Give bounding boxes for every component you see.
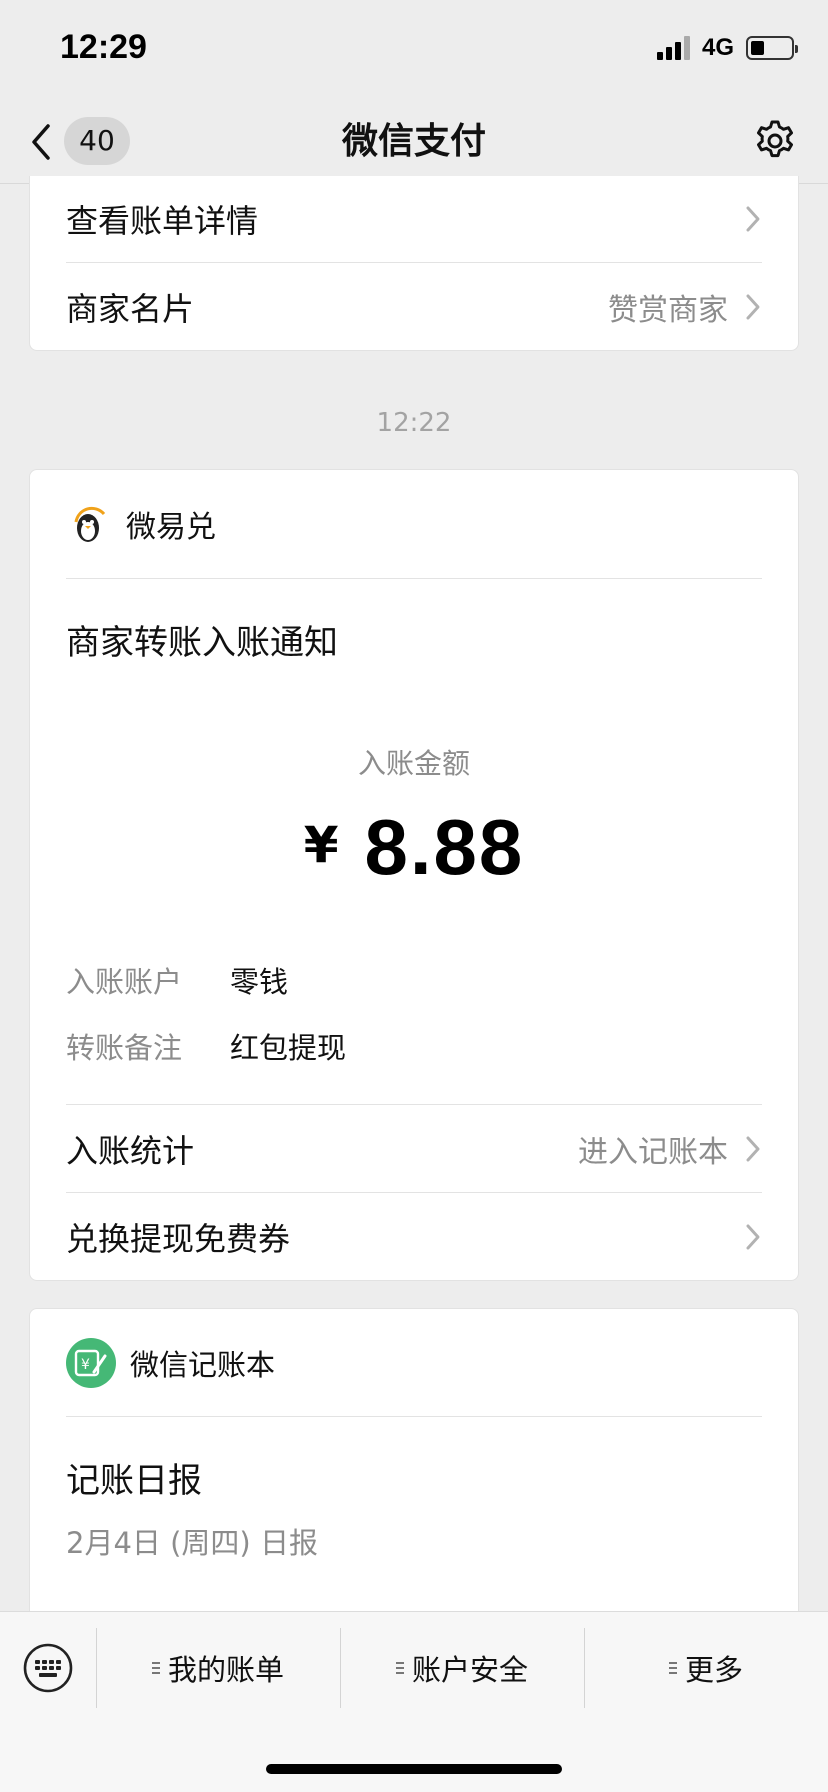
status-indicators: 4G (656, 34, 798, 62)
merchant-penguin-logo-icon (74, 506, 106, 542)
transfer-notice-card[interactable]: 微易兑 商家转账入账通知 入账金额 ¥ 8.88 入账账户 零钱 转账备注 红包… (29, 469, 799, 1281)
detail-key: 转账备注 (66, 1031, 183, 1065)
notice-title: 商家转账入账通知 (66, 623, 338, 663)
detail-row-remark: 转账备注 红包提现 (66, 1013, 762, 1079)
row-label: 兑换提现免费券 (66, 1219, 291, 1258)
menu-label: 更多 (684, 1653, 743, 1687)
merchant-header[interactable]: 微易兑 (66, 470, 762, 579)
daily-report-date: 2月4日 (周四) 日报 (66, 1526, 318, 1560)
settings-gear-icon[interactable] (752, 118, 798, 164)
redeem-coupon-row[interactable]: 兑换提现免费券 (66, 1192, 762, 1280)
menu-more[interactable]: 更多 (584, 1628, 828, 1708)
amount-value: 8.88 (364, 803, 525, 891)
status-bar: 12:29 4G (0, 0, 828, 100)
submenu-indicator-icon (668, 1662, 677, 1674)
detail-row-account: 入账账户 零钱 (66, 947, 762, 1013)
menu-account-security[interactable]: 账户安全 (340, 1628, 584, 1708)
chevron-right-icon (746, 294, 760, 319)
submenu-indicator-icon (151, 1662, 160, 1674)
transfer-details: 入账账户 零钱 转账备注 红包提现 (66, 947, 762, 1079)
currency-symbol: ¥ (303, 816, 339, 874)
detail-value: 红包提现 (230, 1031, 347, 1065)
battery-level (751, 41, 764, 55)
status-time: 12:29 (60, 28, 147, 66)
account-book-card[interactable]: ¥ 微信记账本 记账日报 2月4日 (周四) 日报 (29, 1308, 799, 1628)
menu-my-bills[interactable]: 我的账单 (96, 1628, 340, 1708)
income-stats-row[interactable]: 入账统计 进入记账本 (66, 1104, 762, 1192)
account-book-logo-icon: ¥ (66, 1337, 116, 1388)
previous-message-card: 查看账单详情 商家名片 赞赏商家 (29, 176, 799, 351)
battery-icon (746, 36, 798, 60)
amount-label: 入账金额 (357, 747, 470, 780)
row-label: 入账统计 (66, 1131, 195, 1170)
chevron-right-icon (746, 1136, 760, 1161)
signal-icon (656, 36, 690, 60)
account-book-header[interactable]: ¥ 微信记账本 (66, 1309, 762, 1417)
daily-report-title: 记账日报 (66, 1461, 202, 1501)
menu-label: 账户安全 (411, 1653, 528, 1687)
nav-bar: 40 微信支付 (0, 100, 828, 184)
amount-display: ¥ 8.88 (30, 802, 798, 893)
view-bill-details-row[interactable]: 查看账单详情 (66, 176, 762, 262)
row-label: 查看账单详情 (66, 202, 259, 240)
detail-value: 零钱 (230, 965, 289, 999)
chevron-right-icon (746, 1224, 760, 1249)
account-book-name: 微信记账本 (130, 1347, 276, 1382)
home-indicator[interactable] (266, 1764, 562, 1774)
merchant-name: 微易兑 (126, 510, 216, 545)
message-timestamp: 12:22 (376, 408, 452, 438)
notice-action-rows: 入账统计 进入记账本 兑换提现免费券 (30, 1104, 798, 1280)
detail-key: 入账账户 (66, 965, 183, 999)
network-type: 4G (701, 34, 734, 61)
merchant-card-row[interactable]: 商家名片 赞赏商家 (66, 262, 762, 350)
menu-label: 我的账单 (167, 1653, 284, 1687)
keyboard-icon[interactable] (22, 1642, 74, 1694)
page-title: 微信支付 (341, 121, 486, 162)
svg-text:¥: ¥ (81, 1357, 90, 1373)
row-label: 商家名片 (66, 289, 195, 328)
row-sub: 进入记账本 (578, 1134, 728, 1170)
chevron-right-icon (746, 206, 760, 232)
submenu-indicator-icon (395, 1662, 404, 1674)
row-sub: 赞赏商家 (608, 292, 728, 328)
